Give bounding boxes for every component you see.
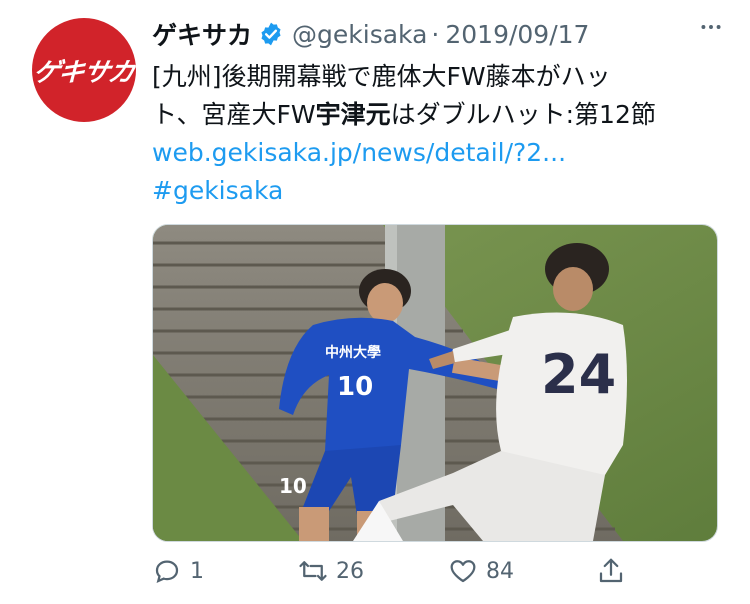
tweet-header: ゲキサカ @gekisaka · 2019/09/17 xyxy=(152,14,589,54)
tweet-photo[interactable]: 10 中州大學 10 24 xyxy=(152,224,718,542)
hashtag-link[interactable]: #gekisaka xyxy=(152,172,732,210)
player-left-shorts-number: 10 xyxy=(279,474,307,498)
reply-count: 1 xyxy=(190,558,204,584)
tweet-text: [九州]後期開幕戦で鹿体大FW藤本がハッ ト、宮産大FW宇津元はダブルハット:第… xyxy=(152,58,732,210)
photo-scene: 10 中州大學 10 24 xyxy=(153,225,717,541)
retweet-count: 26 xyxy=(336,558,364,584)
more-options-icon[interactable] xyxy=(698,14,724,42)
player-left-number: 10 xyxy=(337,372,373,402)
avatar[interactable]: ゲキサカ xyxy=(32,18,136,122)
tweet-text-line-2: ト、宮産大FW宇津元はダブルハット:第12節 xyxy=(152,96,732,134)
like-count: 84 xyxy=(486,558,514,584)
retweet-button[interactable]: 26 xyxy=(298,556,364,586)
reply-icon xyxy=(155,560,179,583)
retweet-icon xyxy=(299,561,327,581)
like-button[interactable]: 84 xyxy=(448,556,514,586)
tweet-actions: 1 26 84 xyxy=(152,556,632,590)
avatar-logo-text: ゲキサカ xyxy=(32,57,136,88)
player-left-shirt-text: 中州大學 xyxy=(325,344,381,361)
tweet-link[interactable]: web.gekisaka.jp/news/detail/?2... xyxy=(152,134,732,172)
tweet-text-bold-name: 宇津元 xyxy=(315,100,391,129)
tweet-text-line-2-post: はダブルハット:第12節 xyxy=(390,100,656,129)
verified-badge-icon xyxy=(261,22,281,46)
heart-icon xyxy=(450,560,476,583)
share-icon xyxy=(599,558,623,583)
display-name[interactable]: ゲキサカ xyxy=(152,16,252,52)
tweet-date[interactable]: 2019/09/17 xyxy=(445,20,589,49)
tweet-text-line-1: [九州]後期開幕戦で鹿体大FW藤本がハッ xyxy=(152,62,611,91)
reply-button[interactable]: 1 xyxy=(152,556,204,586)
separator-dot: · xyxy=(431,19,440,49)
share-button[interactable] xyxy=(596,556,626,586)
tweet-text-line-2-pre: ト、宮産大FW xyxy=(152,100,316,129)
handle[interactable]: @gekisaka xyxy=(292,20,427,49)
player-right-number: 24 xyxy=(541,343,616,406)
